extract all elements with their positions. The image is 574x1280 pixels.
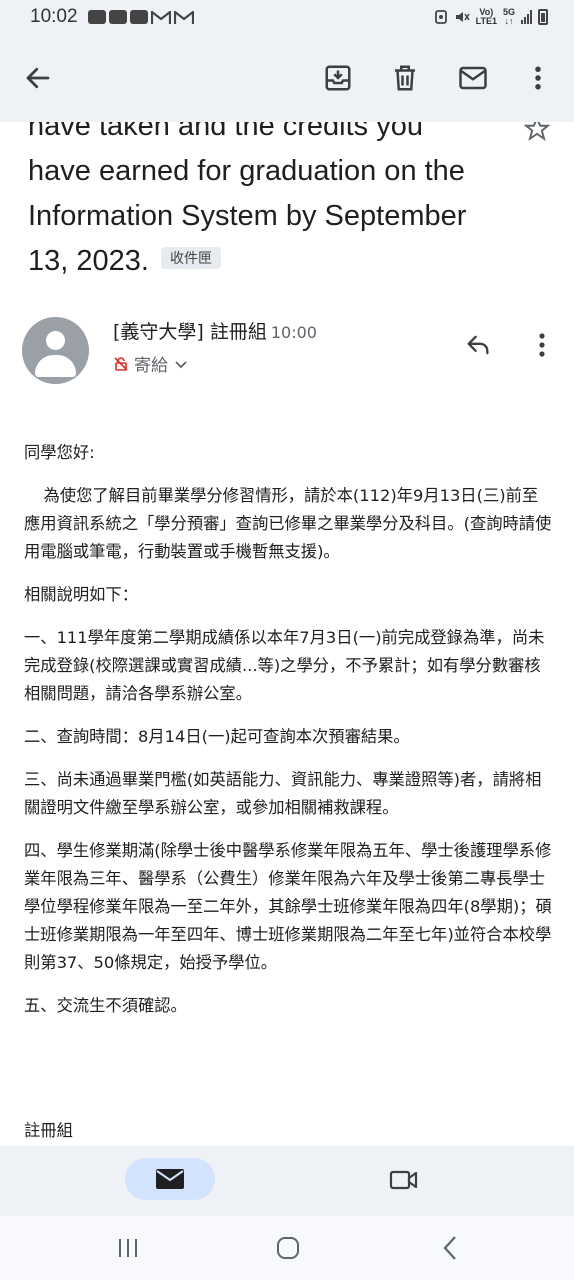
mail-icon xyxy=(156,1169,184,1189)
email-content: have taken and the credits you have earn… xyxy=(0,122,574,1146)
youtube-icon xyxy=(88,10,106,24)
recents-button[interactable] xyxy=(108,1230,148,1266)
archive-icon xyxy=(325,65,351,91)
chevron-left-icon xyxy=(443,1236,456,1260)
item-2: 二、查詢時間：8月14日(一)起可查詢本次預審結果。 xyxy=(24,727,410,746)
email-subject: have taken and the credits you have earn… xyxy=(28,122,467,277)
chevron-down-icon xyxy=(175,360,187,368)
reply-icon xyxy=(467,335,489,355)
system-nav-bar xyxy=(0,1216,574,1280)
greeting: 同學您好: xyxy=(24,443,95,462)
recents-icon xyxy=(119,1239,137,1257)
intro-paragraph: 為使您了解目前畢業學分修習情形，請於本(112)年9月13日(三)前至應用資訊系… xyxy=(24,486,552,561)
sender-name[interactable]: [義守大學] 註冊組 10:00 xyxy=(113,317,317,344)
status-bar: 10:02 Vo) LTE1 5G ↓↑ xyxy=(0,0,574,36)
more-options-button[interactable] xyxy=(518,58,558,98)
app-icon xyxy=(130,10,148,24)
youtube-icon xyxy=(109,10,127,24)
lock-off-icon xyxy=(114,356,128,371)
recipient-details[interactable]: 寄給 xyxy=(113,351,189,376)
system-back-button[interactable] xyxy=(430,1230,470,1266)
mail-icon xyxy=(459,66,487,90)
item-1: 一、111學年度第二學期成績係以本年7月3日(一)前完成登錄為準，尚未完成登錄(… xyxy=(24,628,545,703)
bottom-nav xyxy=(0,1146,574,1216)
battery-icon xyxy=(538,9,548,25)
email-time: 10:00 xyxy=(270,323,317,342)
nav-mail-tab[interactable] xyxy=(125,1158,215,1200)
mark-unread-button[interactable] xyxy=(453,58,493,98)
message-more-button[interactable] xyxy=(532,327,552,363)
email-body: 同學您好: 為使您了解目前畢業學分修習情形，請於本(112)年9月13日(三)前… xyxy=(24,439,554,1035)
related-heading: 相關說明如下： xyxy=(24,585,138,604)
more-vert-icon xyxy=(539,333,545,357)
item-3: 三、尚未通過畢業門檻(如英語能力、資訊能力、專業證照等)者，請將相關證明文件繳至… xyxy=(24,770,542,817)
star-icon[interactable] xyxy=(524,122,550,142)
notification-icons xyxy=(88,9,195,24)
item-5: 五、交流生不須確認。 xyxy=(24,996,187,1015)
alarm-icon xyxy=(434,10,447,24)
more-vert-icon xyxy=(535,66,541,90)
status-indicators: Vo) LTE1 5G ↓↑ xyxy=(434,8,548,26)
network-label: Vo) LTE1 xyxy=(475,7,497,26)
recipient-label: 寄給 xyxy=(134,356,168,376)
signal-icon xyxy=(521,10,532,24)
inbox-label-chip[interactable]: 收件匣 xyxy=(161,247,222,270)
mute-icon xyxy=(455,12,470,22)
net-type: 5G ↓↑ xyxy=(502,7,515,26)
avatar[interactable] xyxy=(22,317,89,384)
delete-button[interactable] xyxy=(385,58,425,98)
home-button[interactable] xyxy=(268,1230,308,1266)
back-button[interactable] xyxy=(18,58,58,98)
status-time: 10:02 xyxy=(30,6,78,27)
item-4: 四、學生修業期滿(除學士後中醫學系修業年限為五年、學士後護理學系修業年限為三年、… xyxy=(24,841,552,972)
gmail-icon xyxy=(173,9,195,24)
reply-button[interactable] xyxy=(460,327,496,363)
archive-button[interactable] xyxy=(318,58,358,98)
signature: 註冊組 xyxy=(24,1121,73,1140)
email-toolbar xyxy=(0,36,574,122)
video-camera-icon xyxy=(389,1170,418,1190)
nav-meet-tab[interactable] xyxy=(384,1162,424,1198)
arrow-back-icon xyxy=(26,67,50,89)
home-icon xyxy=(277,1237,299,1259)
sender-row: [義守大學] 註冊組 10:00 寄給 xyxy=(22,317,552,387)
trash-icon xyxy=(395,65,415,91)
gmail-icon xyxy=(150,9,172,24)
